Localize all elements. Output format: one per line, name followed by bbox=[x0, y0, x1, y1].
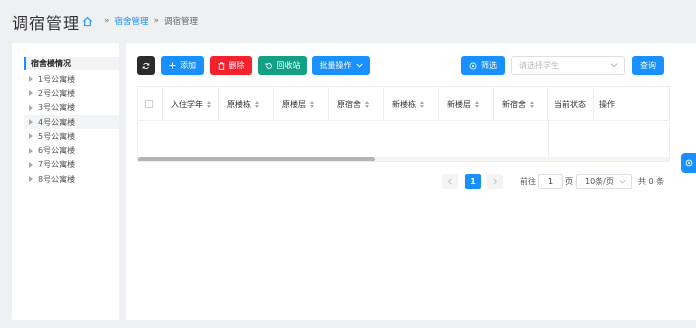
tree-node-building-6[interactable]: 6号公寓楼 bbox=[24, 143, 119, 157]
plus-icon bbox=[169, 62, 176, 69]
add-button-label: 添加 bbox=[180, 61, 196, 70]
page-number-current[interactable]: 1 bbox=[465, 174, 481, 189]
query-button-label: 查询 bbox=[640, 61, 656, 70]
delete-button[interactable]: 删除 bbox=[210, 56, 252, 75]
batch-operation-button[interactable]: 批量操作 bbox=[312, 56, 370, 75]
filter-button-label: 筛选 bbox=[481, 61, 497, 70]
rotate-icon bbox=[265, 62, 272, 69]
tree-node-building-4[interactable]: 4号公寓楼 bbox=[24, 114, 119, 130]
sort-icon[interactable] bbox=[420, 100, 424, 108]
caret-right-icon[interactable] bbox=[29, 161, 33, 168]
sort-icon[interactable] bbox=[255, 100, 259, 108]
batch-operation-label: 批量操作 bbox=[319, 61, 352, 70]
total-count: 共 0 条 bbox=[638, 177, 665, 186]
table-header: 入住学年 原楼栋 原楼层 原宿舍 新楼栋 新楼层 新宿舍 当前状态 操作 bbox=[138, 87, 669, 121]
settings-icon bbox=[685, 159, 692, 167]
page-header: 调宿管理 » 宿舍管理 » 调宿管理 bbox=[0, 0, 696, 40]
breadcrumb-separator: » bbox=[153, 16, 160, 26]
chevron-down-icon bbox=[610, 63, 618, 68]
breadcrumb: » 宿舍管理 » 调宿管理 bbox=[82, 15, 198, 27]
col-old-floor[interactable]: 原楼层 bbox=[274, 87, 329, 121]
chevron-left-icon bbox=[448, 178, 452, 185]
page-title: 调宿管理 bbox=[12, 14, 81, 33]
prev-page-button[interactable] bbox=[442, 174, 458, 189]
chevron-down-icon bbox=[619, 180, 626, 184]
query-button[interactable]: 查询 bbox=[632, 56, 664, 75]
fixed-column-divider bbox=[548, 121, 549, 161]
breadcrumb-current: 调宿管理 bbox=[164, 17, 199, 27]
sort-icon[interactable] bbox=[475, 100, 479, 108]
caret-right-icon[interactable] bbox=[29, 133, 33, 140]
caret-right-icon[interactable] bbox=[29, 119, 33, 126]
col-new-room[interactable]: 新宿舍 bbox=[494, 87, 548, 121]
chevron-down-icon bbox=[355, 63, 363, 68]
select-all-cell bbox=[138, 87, 163, 121]
col-old-building[interactable]: 原楼栋 bbox=[219, 87, 274, 121]
select-all-checkbox[interactable] bbox=[145, 100, 153, 108]
tree-node-building-7[interactable]: 7号公寓楼 bbox=[24, 158, 119, 172]
student-select[interactable]: 请选择学生 bbox=[511, 56, 625, 75]
sort-icon[interactable] bbox=[310, 100, 314, 108]
caret-right-icon[interactable] bbox=[29, 104, 33, 111]
delete-button-label: 删除 bbox=[228, 61, 245, 70]
home-icon[interactable] bbox=[82, 16, 93, 27]
goto-label: 前往 bbox=[520, 177, 536, 186]
goto-page-input[interactable]: 1 bbox=[538, 174, 563, 189]
page-size-select[interactable]: 10条/页 bbox=[576, 174, 632, 189]
sort-icon[interactable] bbox=[207, 100, 211, 108]
horizontal-scrollbar[interactable] bbox=[138, 157, 375, 161]
building-tree-panel: 宿舍楼情况 1号公寓楼 2号公寓楼 3号公寓楼 4号公寓楼 5号公寓楼 6号公寓… bbox=[12, 43, 119, 320]
filter-icon bbox=[469, 62, 477, 69]
col-actions: 操作 bbox=[599, 99, 615, 109]
page-unit-label: 页 bbox=[565, 177, 573, 186]
col-new-building[interactable]: 新楼栋 bbox=[384, 87, 439, 121]
add-button[interactable]: 添加 bbox=[161, 56, 204, 75]
tree-node-building-3[interactable]: 3号公寓楼 bbox=[24, 101, 119, 115]
tree-node-building-2[interactable]: 2号公寓楼 bbox=[24, 86, 119, 100]
trash-icon bbox=[217, 61, 225, 70]
refresh-icon bbox=[142, 62, 150, 69]
tree-root[interactable]: 宿舍楼情况 bbox=[24, 57, 119, 70]
sort-icon[interactable] bbox=[530, 100, 534, 108]
recycle-bin-button-label: 回收站 bbox=[276, 61, 301, 70]
tree-node-building-8[interactable]: 8号公寓楼 bbox=[24, 172, 119, 186]
caret-right-icon[interactable] bbox=[29, 76, 33, 83]
filter-button[interactable]: 筛选 bbox=[461, 56, 505, 75]
col-new-floor[interactable]: 新楼层 bbox=[439, 87, 494, 121]
sort-icon[interactable] bbox=[365, 100, 369, 108]
building-tree: 宿舍楼情况 1号公寓楼 2号公寓楼 3号公寓楼 4号公寓楼 5号公寓楼 6号公寓… bbox=[24, 57, 119, 186]
caret-right-icon[interactable] bbox=[29, 147, 33, 154]
transfer-table: 入住学年 原楼栋 原楼层 原宿舍 新楼栋 新楼层 新宿舍 当前状态 操作 bbox=[137, 86, 670, 162]
floating-settings-tab[interactable] bbox=[681, 153, 696, 173]
refresh-button[interactable] bbox=[137, 56, 155, 75]
student-select-placeholder: 请选择学生 bbox=[519, 61, 559, 70]
col-old-room[interactable]: 原宿舍 bbox=[329, 87, 384, 121]
breadcrumb-dorm-management[interactable]: 宿舍管理 bbox=[115, 15, 149, 27]
tree-node-building-5[interactable]: 5号公寓楼 bbox=[24, 129, 119, 143]
col-current-status: 当前状态 bbox=[548, 87, 594, 121]
caret-right-icon[interactable] bbox=[29, 176, 33, 183]
recycle-bin-button[interactable]: 回收站 bbox=[258, 56, 307, 75]
main-panel: 添加 删除 回收站 批量操作 筛选 请选择学生 查询 入住学年 原楼栋 原楼层 … bbox=[126, 43, 696, 320]
next-page-button[interactable] bbox=[487, 174, 503, 189]
caret-right-icon[interactable] bbox=[29, 90, 33, 97]
col-check-in-year[interactable]: 入住学年 bbox=[163, 87, 219, 121]
breadcrumb-separator: » bbox=[104, 16, 110, 26]
tree-node-building-1[interactable]: 1号公寓楼 bbox=[24, 72, 119, 86]
chevron-right-icon bbox=[493, 178, 497, 185]
